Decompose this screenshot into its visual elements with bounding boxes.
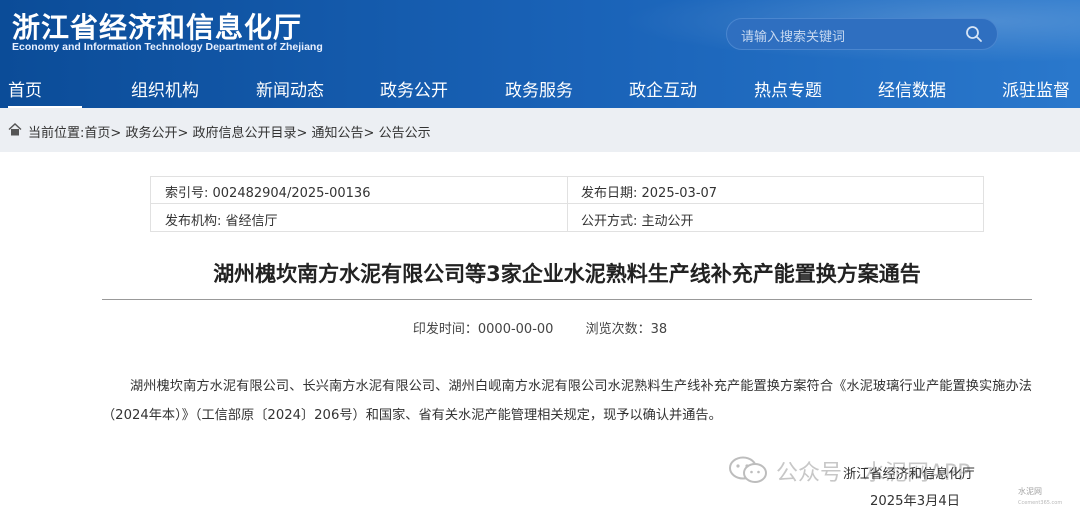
breadcrumb-text: 当前位置:首页> 政务公开> 政府信息公开目录> 通知公告> 公告公示 <box>28 122 431 141</box>
signature-organization: 浙江省经济和信息化厅 <box>843 467 975 482</box>
article-title: 湖州槐坎南方水泥有限公司等3家企业水泥熟料生产线补充产能置换方案通告 <box>213 262 921 286</box>
main-nav: 首页 组织机构 新闻动态 政务公开 政务服务 政企互动 热点专题 经信数据 派驻… <box>0 70 1080 109</box>
nav-gov-services[interactable]: 政务服务 <box>505 76 573 101</box>
breadcrumb-gov-affairs[interactable]: 政务公开> <box>125 126 188 141</box>
search-input[interactable]: 请输入搜索关键词 <box>741 26 845 45</box>
breadcrumb-prefix: 当前位置: <box>28 126 85 141</box>
nav-supervision[interactable]: 派驻监督 <box>1002 76 1070 101</box>
home-icon <box>8 123 22 136</box>
breadcrumb-announcements[interactable]: 公告公示 <box>379 126 431 141</box>
nav-news[interactable]: 新闻动态 <box>256 76 324 101</box>
info-table: 索引号: 002482904/2025-00136 发布日期: 2025-03-… <box>150 176 984 232</box>
view-count: 浏览次数：38 <box>585 322 668 337</box>
disclosure-method: 公开方式: 主动公开 <box>581 214 694 229</box>
site-header: 浙江省经济和信息化厅 Economy and Information Techn… <box>0 0 1080 109</box>
nav-topics[interactable]: 热点专题 <box>754 76 822 101</box>
nav-interaction[interactable]: 政企互动 <box>629 76 697 101</box>
publish-date: 发布日期: 2025-03-07 <box>581 186 718 201</box>
wechat-icon <box>729 456 767 483</box>
corner-watermark: 水泥网 Ccement365.com <box>1016 472 1068 512</box>
index-number: 索引号: 002482904/2025-00136 <box>165 186 371 201</box>
site-title[interactable]: 浙江省经济和信息化厅 <box>12 6 302 46</box>
nav-data[interactable]: 经信数据 <box>878 76 946 101</box>
nav-gov-affairs[interactable]: 政务公开 <box>380 76 448 101</box>
title-divider <box>102 299 1032 300</box>
search-box[interactable]: 请输入搜索关键词 <box>726 18 998 50</box>
site-subtitle: Economy and Information Technology Depar… <box>12 41 323 53</box>
breadcrumb-catalog[interactable]: 政府信息公开目录> <box>192 126 307 141</box>
print-time: 印发时间：0000-00-00 <box>412 322 554 337</box>
info-row: 索引号: 002482904/2025-00136 发布日期: 2025-03-… <box>151 177 983 204</box>
nav-organization[interactable]: 组织机构 <box>131 76 199 101</box>
breadcrumb-notices[interactable]: 通知公告> <box>312 126 375 141</box>
search-icon[interactable] <box>965 25 983 43</box>
corner-watermark-text: 水泥网 <box>1018 487 1042 496</box>
breadcrumb: 当前位置:首页> 政务公开> 政府信息公开目录> 通知公告> 公告公示 <box>0 108 1080 152</box>
nav-home[interactable]: 首页 <box>8 76 82 109</box>
article-meta: 印发时间：0000-00-00 浏览次数：38 <box>0 318 1080 337</box>
publisher: 发布机构: 省经信厅 <box>165 214 278 229</box>
signature-date: 2025年3月4日 <box>870 494 960 509</box>
corner-watermark-sub: Ccement365.com <box>1018 500 1063 506</box>
article-body: 湖州槐坎南方水泥有限公司、长兴南方水泥有限公司、湖州白岘南方水泥有限公司水泥熟料… <box>102 379 1032 423</box>
breadcrumb-home[interactable]: 首页> <box>84 126 121 141</box>
info-row: 发布机构: 省经信厅 公开方式: 主动公开 <box>151 205 983 232</box>
